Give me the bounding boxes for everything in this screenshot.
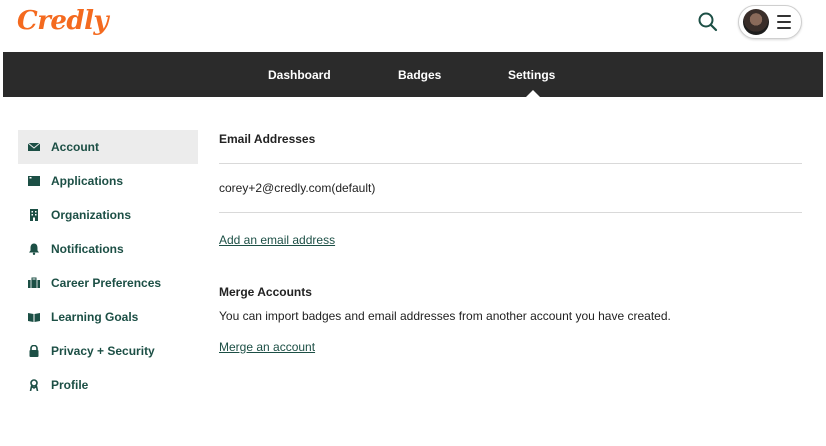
- main-nav: Dashboard Badges Settings: [3, 52, 823, 97]
- sidebar-item-organizations[interactable]: Organizations: [18, 198, 198, 232]
- sidebar-item-label: Privacy + Security: [51, 344, 155, 358]
- lock-icon: [29, 345, 39, 357]
- user-menu-button[interactable]: [738, 5, 802, 39]
- sidebar-item-label: Career Preferences: [51, 276, 162, 290]
- avatar: [743, 9, 769, 35]
- sidebar-item-label: Applications: [51, 174, 124, 188]
- sidebar-item-privacy-security[interactable]: Privacy + Security: [18, 334, 198, 368]
- credly-logo[interactable]: Credly: [17, 6, 109, 36]
- hamburger-menu-icon: [777, 15, 791, 29]
- active-nav-indicator: [526, 90, 540, 97]
- search-button[interactable]: [696, 10, 720, 34]
- window-icon: [28, 176, 40, 186]
- envelope-icon: [28, 142, 40, 151]
- building-icon: [30, 209, 38, 221]
- bell-icon: [29, 243, 39, 255]
- add-email-link[interactable]: Add an email address: [219, 233, 335, 247]
- sidebar-item-label: Notifications: [51, 242, 124, 256]
- sidebar-item-profile[interactable]: Profile: [18, 368, 198, 402]
- settings-sidebar: Account Applications Organizations Notif…: [18, 130, 198, 402]
- person-icon: [29, 379, 39, 391]
- sidebar-item-label: Learning Goals: [51, 310, 139, 324]
- sidebar-item-label: Profile: [51, 378, 89, 392]
- nav-dashboard[interactable]: Dashboard: [268, 68, 331, 82]
- sidebar-item-applications[interactable]: Applications: [18, 164, 198, 198]
- divider: [219, 163, 802, 164]
- book-icon: [28, 313, 40, 322]
- merge-accounts-description: You can import badges and email addresse…: [219, 309, 671, 323]
- sidebar-item-label: Organizations: [51, 208, 132, 222]
- nav-settings[interactable]: Settings: [508, 68, 555, 82]
- sidebar-item-account[interactable]: Account: [18, 130, 198, 164]
- sidebar-item-notifications[interactable]: Notifications: [18, 232, 198, 266]
- search-icon: [698, 12, 718, 32]
- sidebar-item-label: Account: [51, 140, 99, 154]
- email-address-value: corey+2@credly.com(default): [219, 181, 376, 195]
- merge-accounts-heading: Merge Accounts: [219, 285, 312, 299]
- merge-account-link[interactable]: Merge an account: [219, 340, 315, 354]
- briefcase-icon: [28, 277, 40, 288]
- nav-badges[interactable]: Badges: [398, 68, 441, 82]
- email-addresses-heading: Email Addresses: [219, 132, 316, 146]
- sidebar-item-career-preferences[interactable]: Career Preferences: [18, 266, 198, 300]
- sidebar-item-learning-goals[interactable]: Learning Goals: [18, 300, 198, 334]
- divider: [219, 212, 802, 213]
- top-header: Credly: [0, 0, 826, 52]
